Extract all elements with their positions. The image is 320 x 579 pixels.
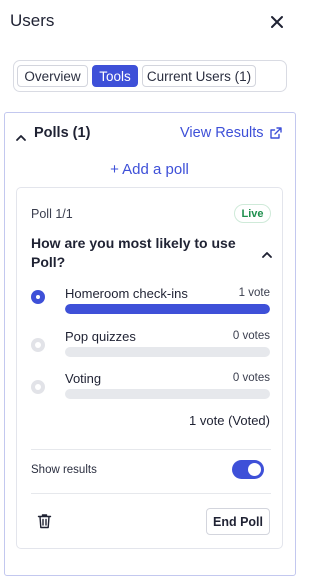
show-results-label: Show results <box>31 464 97 476</box>
external-link-icon[interactable] <box>269 126 283 140</box>
vote-bar <box>65 347 270 357</box>
end-poll-button[interactable]: End Poll <box>206 508 270 535</box>
close-icon[interactable] <box>266 11 288 33</box>
tab-overview[interactable]: Overview <box>17 65 88 87</box>
poll-count: Poll 1/1 <box>31 207 73 221</box>
poll-option[interactable]: Homeroom check-ins 1 vote <box>17 286 282 326</box>
radio-unselected[interactable] <box>31 338 45 352</box>
radio-selected[interactable] <box>31 290 45 304</box>
polls-title: Polls (1) <box>34 125 91 141</box>
tab-current-users[interactable]: Current Users (1) <box>142 65 256 87</box>
polls-panel: Polls (1) View Results + Add a poll Poll… <box>4 112 296 576</box>
option-label: Pop quizzes <box>65 329 136 344</box>
option-label: Voting <box>65 371 102 386</box>
tab-tools[interactable]: Tools <box>92 65 138 87</box>
option-label: Homeroom check-ins <box>65 286 188 301</box>
trash-icon[interactable] <box>37 513 52 529</box>
poll-question: How are you most likely to use Poll? <box>31 235 236 270</box>
panel-header: Users <box>0 0 300 44</box>
toggle-knob <box>248 463 261 476</box>
divider <box>31 449 271 450</box>
vote-bar <box>65 389 270 399</box>
poll-option[interactable]: Voting 0 votes <box>17 371 282 411</box>
status-badge: Live <box>234 204 271 223</box>
option-votes: 1 vote <box>238 287 270 299</box>
poll-card: Poll 1/1 Live How are you most likely to… <box>16 187 283 549</box>
option-votes: 0 votes <box>232 372 270 384</box>
chevron-up-icon[interactable] <box>14 130 28 141</box>
chevron-up-icon[interactable] <box>261 246 273 258</box>
view-results-link[interactable]: View Results <box>180 125 264 141</box>
vote-bar <box>65 304 270 314</box>
radio-unselected[interactable] <box>31 380 45 394</box>
total-votes: 1 vote (Voted) <box>189 413 270 428</box>
show-results-toggle[interactable] <box>232 460 264 479</box>
option-votes: 0 votes <box>232 330 270 342</box>
add-poll-button[interactable]: + Add a poll <box>5 161 294 178</box>
vote-bar-fill <box>65 304 270 314</box>
panel-title: Users <box>10 11 55 30</box>
divider <box>31 493 271 494</box>
tab-bar: Overview Tools Current Users (1) <box>13 60 287 92</box>
poll-option[interactable]: Pop quizzes 0 votes <box>17 329 282 369</box>
